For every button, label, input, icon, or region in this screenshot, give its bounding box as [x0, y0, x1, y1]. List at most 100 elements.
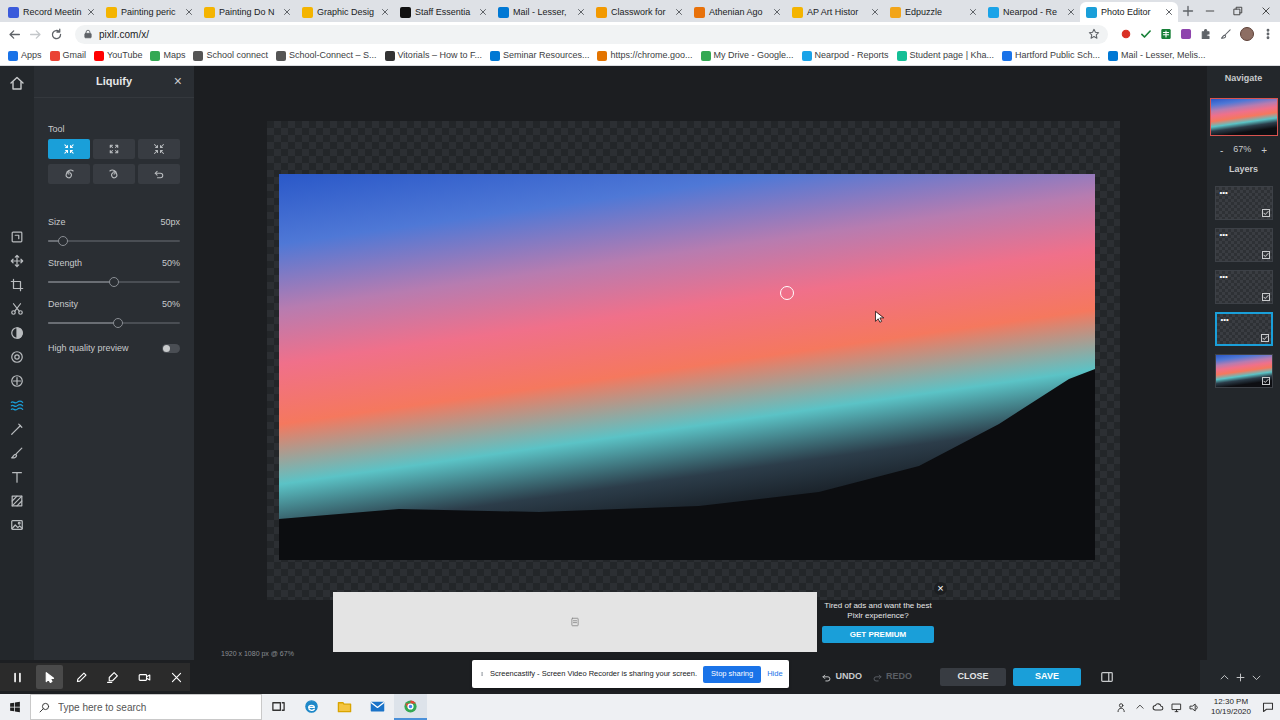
taskbar-search[interactable] [30, 694, 262, 720]
toolbar-button[interactable] [0, 297, 34, 321]
cloud-icon[interactable] [1152, 701, 1164, 713]
b-extension-icon[interactable] [1180, 28, 1192, 40]
tab-close-icon[interactable] [577, 8, 585, 16]
check-extension-icon[interactable] [1140, 28, 1152, 40]
toggle-switch[interactable] [162, 344, 180, 353]
navigate-thumbnail[interactable] [1210, 98, 1278, 136]
bookmark[interactable]: My Drive - Google... [701, 49, 794, 63]
browser-tab[interactable]: Painting Do N [198, 2, 296, 22]
zoom-in[interactable]: + [1261, 143, 1267, 158]
tab-close-icon[interactable] [675, 8, 683, 16]
browser-tab[interactable]: Record Meetin [2, 2, 100, 22]
restore-button[interactable] [1224, 0, 1252, 22]
undo-icon[interactable] [821, 672, 832, 683]
browser-tab[interactable]: Classwork for [590, 2, 688, 22]
close-window-button[interactable] [1252, 0, 1280, 22]
browser-tab[interactable]: Graphic Desig [296, 2, 394, 22]
bookmark-label[interactable]: Hartford Public Sch... [1015, 49, 1100, 63]
clock[interactable]: 12:30 PM10/19/2020 [1207, 697, 1255, 717]
bookmark[interactable]: Hartford Public Sch... [1002, 49, 1100, 63]
minimize-button[interactable] [1196, 0, 1224, 22]
redo-button[interactable]: REDO [872, 670, 912, 684]
tab-close-icon[interactable] [381, 8, 389, 16]
profile-avatar-icon[interactable] [1240, 27, 1254, 41]
layer-visibility-checkbox[interactable] [1262, 251, 1270, 259]
start-button[interactable] [0, 694, 30, 720]
taskbar-app[interactable] [295, 694, 328, 720]
bookmark-label[interactable]: School-Connect – S... [289, 49, 377, 63]
toolbar-button[interactable] [0, 273, 34, 297]
screencastify-tool[interactable] [162, 665, 190, 689]
slider-track[interactable] [48, 236, 180, 246]
bookmark-label[interactable]: Gmail [63, 49, 87, 63]
liquify-tool-button[interactable] [138, 139, 180, 159]
slider-thumb[interactable] [109, 277, 119, 287]
picker-icon[interactable] [10, 422, 24, 436]
toolbar-button[interactable] [0, 225, 34, 249]
filter-icon[interactable] [10, 350, 24, 364]
layer-visibility-checkbox[interactable] [1261, 334, 1269, 342]
layer-item[interactable]: ••• [1215, 228, 1273, 262]
close-label[interactable]: CLOSE [957, 670, 988, 684]
text-icon[interactable] [10, 470, 24, 484]
arrange-icon[interactable] [10, 230, 24, 244]
notifications-icon[interactable] [1262, 701, 1274, 713]
browser-tab[interactable]: Athenian Ago [688, 2, 786, 22]
layer-item[interactable]: ••• [1215, 186, 1273, 220]
tab-close-icon[interactable] [969, 8, 977, 16]
address-bar[interactable]: pixlr.com/x/ [75, 25, 1108, 44]
pinch-icon[interactable] [153, 143, 165, 155]
toolbar-button[interactable] [0, 345, 34, 369]
crop-icon[interactable] [10, 278, 24, 292]
bookmark-label[interactable]: School connect [206, 49, 268, 63]
toolbar-button[interactable] [0, 393, 34, 417]
mail-icon[interactable] [370, 699, 385, 714]
bookmark-label[interactable]: Apps [21, 49, 42, 63]
back-icon[interactable] [8, 28, 21, 41]
redo-label[interactable]: REDO [886, 670, 912, 684]
brush-icon[interactable] [10, 446, 24, 460]
bookmark[interactable]: Student page | Kha... [897, 49, 994, 63]
toolbar-button[interactable] [0, 513, 34, 537]
screencastify-tool[interactable] [36, 665, 64, 689]
tab-close-icon[interactable] [871, 8, 879, 16]
cutout-icon[interactable] [10, 302, 24, 316]
volume-icon[interactable] [1189, 702, 1200, 713]
screencastify-tool[interactable] [131, 665, 159, 689]
undo-label[interactable]: UNDO [835, 670, 862, 684]
taskview-icon[interactable] [271, 699, 286, 714]
url-text[interactable]: pixlr.com/x/ [99, 27, 149, 42]
ad-close[interactable]: × [934, 582, 947, 595]
get-premium-button[interactable]: GET PREMIUM [822, 626, 934, 643]
bookmark-label[interactable]: Vitorials – How to F... [398, 49, 482, 63]
bookmark[interactable]: Seminar Resources... [490, 49, 590, 63]
tab-close-icon[interactable] [1165, 8, 1173, 16]
bookmark-label[interactable]: Nearpod - Reports [815, 49, 889, 63]
push-icon[interactable] [63, 143, 75, 155]
slider-thumb[interactable] [113, 318, 123, 328]
screencastify-tool[interactable] [4, 665, 32, 689]
menu-icon[interactable] [1262, 28, 1274, 40]
bookmark[interactable]: Apps [8, 49, 42, 63]
browser-tab[interactable]: Mail - Lesser, [492, 2, 590, 22]
record-extension-icon[interactable] [1120, 28, 1132, 40]
panel-toggle-icon[interactable] [1100, 670, 1114, 684]
bookmark[interactable]: Gmail [50, 49, 87, 63]
layer-visibility-checkbox[interactable] [1262, 377, 1270, 385]
browser-tab[interactable]: Edpuzzle [884, 2, 982, 22]
bookmark[interactable]: Vitorials – How to F... [385, 49, 482, 63]
undo-button[interactable]: UNDO [821, 670, 862, 684]
screencastify-tool[interactable] [67, 665, 95, 689]
minimize-icon[interactable] [1205, 6, 1215, 16]
save-button[interactable]: SAVE [1013, 668, 1081, 686]
edge-icon[interactable] [304, 699, 319, 714]
highlighter-icon[interactable] [106, 671, 119, 684]
restore-icon[interactable] [153, 168, 165, 180]
tab-close-icon[interactable] [773, 8, 781, 16]
liquify-icon[interactable] [10, 398, 24, 412]
windows-icon[interactable] [9, 701, 21, 713]
toolbar-button[interactable] [0, 465, 34, 489]
network-icon[interactable] [1171, 702, 1182, 713]
toolbar-button[interactable] [0, 321, 34, 345]
bookmark-label[interactable]: Seminar Resources... [503, 49, 590, 63]
